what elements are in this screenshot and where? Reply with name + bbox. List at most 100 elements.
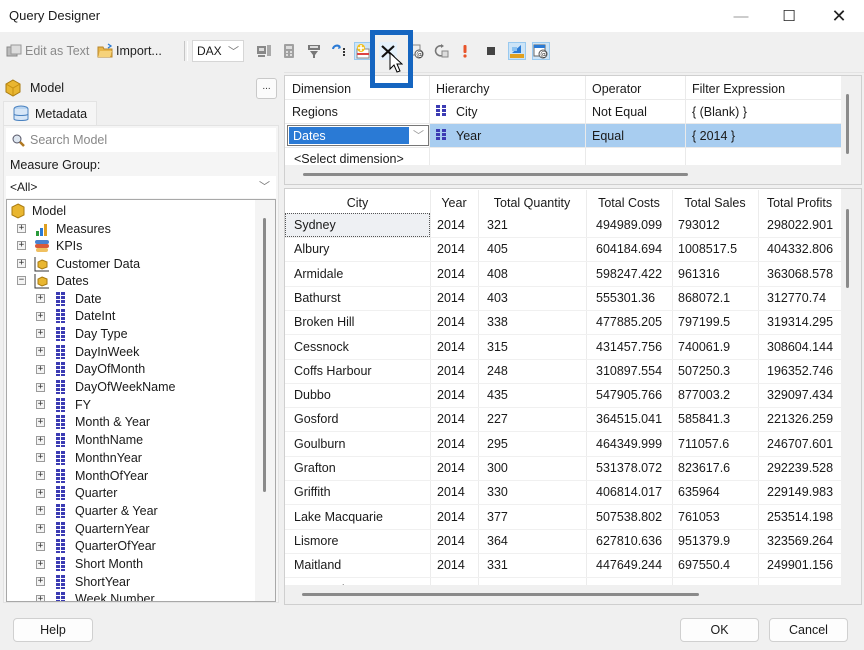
table-cell[interactable]: 531378.072 — [596, 456, 662, 480]
add-calculated-member-button[interactable] — [255, 42, 273, 60]
table-cell[interactable]: Dubbo — [294, 383, 331, 407]
expand-icon[interactable]: + — [36, 453, 45, 463]
table-cell[interactable]: 364 — [487, 529, 508, 553]
table-cell[interactable]: 229149.983 — [767, 480, 833, 504]
table-cell[interactable]: Gosford — [294, 407, 338, 431]
table-row[interactable]: Grafton 2014 300 531378.072 823617.6 292239.5… — [285, 456, 841, 480]
refresh-fields-button[interactable] — [432, 42, 450, 60]
table-row[interactable]: Cessnock 2014 315 431457.756 740061.9 308604.… — [285, 335, 841, 359]
table-cell[interactable]: 249901.156 — [767, 553, 833, 577]
table-cell[interactable]: Armidale — [294, 262, 343, 286]
table-row[interactable]: Griffith 2014 330 406814.017 635964 229149.98… — [285, 480, 841, 504]
table-cell[interactable]: 604184.694 — [596, 237, 662, 261]
table-cell[interactable]: 315 — [487, 335, 508, 359]
tree-node-customer-data[interactable]: + Customer Data — [17, 255, 140, 272]
table-cell[interactable]: 331 — [487, 553, 508, 577]
table-cell[interactable]: 507250.3 — [678, 359, 730, 383]
auto-execute-button[interactable]: @ — [532, 42, 550, 60]
expand-icon[interactable]: + — [36, 311, 45, 321]
table-row[interactable]: Albury 2014 405 604184.694 1008517.5 404332.8… — [285, 237, 841, 261]
table-cell[interactable]: 2014 — [437, 310, 465, 334]
calculator-button[interactable] — [280, 42, 298, 60]
table-cell[interactable]: 697550.4 — [678, 553, 730, 577]
table-row[interactable]: Sydney 2014 321 494989.099 793012 298022.901 — [285, 213, 841, 237]
table-cell[interactable]: 295 — [487, 432, 508, 456]
filter-header-hierarchy[interactable]: Hierarchy — [429, 77, 490, 101]
filter-hierarchy-cell[interactable]: Year — [429, 124, 481, 148]
filter-expression-cell[interactable]: { (Blank) } — [685, 100, 747, 124]
tree-node-measures[interactable]: + Measures — [17, 220, 111, 237]
table-cell[interactable]: Cessnock — [294, 335, 349, 359]
expand-icon[interactable]: + — [17, 241, 26, 250]
table-row[interactable]: Gosford 2014 227 364515.041 585841.3 221326.2… — [285, 407, 841, 431]
expand-icon[interactable]: + — [36, 577, 45, 587]
table-cell[interactable]: 298022.901 — [767, 213, 833, 237]
table-cell[interactable]: 408 — [487, 262, 508, 286]
expand-icon[interactable]: + — [36, 382, 45, 392]
tree-node-attribute[interactable]: + Date — [36, 290, 101, 307]
tree-node-attribute[interactable]: + QuarterOfYear — [36, 538, 156, 555]
import-button[interactable]: Import... — [97, 41, 162, 61]
table-cell[interactable]: 196352.746 — [767, 359, 833, 383]
table-cell[interactable]: 1008517.5 — [678, 237, 737, 261]
tree-node-kpis[interactable]: + KPIs — [17, 237, 82, 254]
close-button[interactable]: ✕ — [816, 0, 862, 32]
filter-header-expression[interactable]: Filter Expression — [685, 77, 785, 101]
expand-icon[interactable]: + — [36, 417, 45, 427]
table-row[interactable]: Newcastle 2014 — [285, 578, 841, 586]
tree-node-attribute[interactable]: + MonthnYear — [36, 449, 142, 466]
table-cell[interactable]: 2014 — [437, 505, 465, 529]
table-cell[interactable]: 404332.806 — [767, 237, 833, 261]
table-cell[interactable]: 2014 — [437, 407, 465, 431]
table-cell[interactable]: Lake Macquarie — [294, 505, 383, 529]
table-cell[interactable]: 2014 — [437, 359, 465, 383]
table-cell[interactable]: 308604.144 — [767, 335, 833, 359]
expand-icon[interactable]: + — [36, 294, 45, 303]
expand-icon[interactable]: + — [36, 559, 45, 569]
table-cell[interactable]: 319314.295 — [767, 310, 833, 334]
table-cell[interactable]: 227 — [487, 407, 508, 431]
table-cell[interactable]: 494989.099 — [596, 213, 662, 237]
table-cell[interactable]: 363068.578 — [767, 262, 833, 286]
table-cell[interactable]: 364515.041 — [596, 407, 662, 431]
table-cell[interactable]: Sydney — [294, 213, 336, 237]
table-row[interactable]: Lismore 2014 364 627810.636 951379.9 323569.2… — [285, 529, 841, 553]
tree-node-attribute[interactable]: + Quarter — [36, 485, 117, 502]
column-header[interactable]: Total Profits — [758, 191, 841, 213]
table-cell[interactable]: 431457.756 — [596, 335, 662, 359]
expand-icon[interactable]: + — [36, 524, 45, 534]
table-cell[interactable]: 877003.2 — [678, 383, 730, 407]
table-cell[interactable]: 377 — [487, 505, 508, 529]
expand-icon[interactable]: + — [36, 594, 45, 601]
table-row[interactable]: Goulburn 2014 295 464349.999 711057.6 246707.… — [285, 432, 841, 456]
column-header[interactable]: Total Quantity — [478, 191, 586, 213]
select-model-button[interactable]: ... — [256, 78, 277, 99]
table-cell[interactable]: 951379.9 — [678, 529, 730, 553]
table-row[interactable]: Coffs Harbour 2014 248 310897.554 507250.3 19… — [285, 359, 841, 383]
column-header[interactable]: Total Costs — [586, 191, 672, 213]
collapse-icon[interactable]: − — [17, 276, 26, 285]
table-cell[interactable]: 221326.259 — [767, 407, 833, 431]
tree-scrollbar-thumb[interactable] — [263, 218, 266, 492]
tree-node-attribute[interactable]: + Quarter & Year — [36, 502, 158, 519]
table-cell[interactable]: Albury — [294, 237, 329, 261]
filter-button[interactable] — [305, 42, 323, 60]
table-cell[interactable]: 312770.74 — [767, 286, 826, 310]
table-cell[interactable]: 761053 — [678, 505, 720, 529]
table-row[interactable]: Lake Macquarie 2014 377 507538.802 761053 253… — [285, 505, 841, 529]
table-cell[interactable]: 585841.3 — [678, 407, 730, 431]
table-cell[interactable]: 555301.36 — [596, 286, 655, 310]
tree-node-attribute[interactable]: + MonthOfYear — [36, 467, 148, 484]
table-row[interactable]: Bathurst 2014 403 555301.36 868072.1 312770.7… — [285, 286, 841, 310]
tab-metadata[interactable]: Metadata — [3, 101, 97, 125]
table-cell[interactable]: 635964 — [678, 480, 720, 504]
table-cell[interactable]: Bathurst — [294, 286, 341, 310]
table-cell[interactable]: 793012 — [678, 213, 720, 237]
table-cell[interactable]: 627810.636 — [596, 529, 662, 553]
table-cell[interactable]: 329097.434 — [767, 383, 833, 407]
table-cell[interactable]: 447649.244 — [596, 553, 662, 577]
tree-node-attribute[interactable]: + DateInt — [36, 308, 115, 325]
filter-header-dimension[interactable]: Dimension — [285, 77, 351, 101]
results-vertical-scrollbar[interactable] — [846, 209, 849, 288]
tree-node-attribute[interactable]: + QuarternYear — [36, 520, 150, 537]
